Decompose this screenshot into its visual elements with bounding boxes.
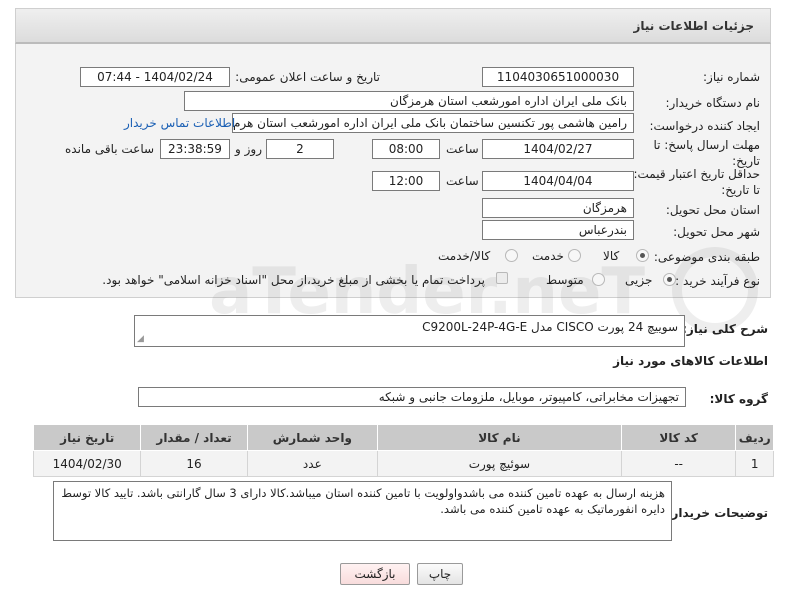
col-index: ردیف [735,424,774,451]
process-option-medium: متوسط [546,273,584,287]
goods-group-label: گروه کالا: [709,392,768,406]
col-code: کد کالا [620,424,737,451]
validity-time-field: 12:00 [372,171,440,191]
process-option-minor: جزیی [625,273,653,287]
need-number-field: 1104030651000030 [482,67,634,87]
process-radio-medium[interactable] [592,273,605,286]
items-section-title: اطلاعات کالاهای مورد نیاز [613,354,768,368]
category-label: طبقه بندی موضوعی: [653,250,760,264]
buyer-label: نام دستگاه خریدار: [665,96,761,110]
category-option-service: خدمت [532,249,564,263]
row-unit: عدد [246,450,378,477]
print-button[interactable]: چاپ [417,563,463,585]
validity-label: حداقل تاریخ اعتبار قیمت: تا تاریخ: [633,167,760,197]
resize-grip-icon[interactable]: ◢ [137,334,144,344]
deadline-time-field: 08:00 [372,139,440,159]
announce-date-field: 1404/02/24 - 07:44 [80,67,230,87]
back-button[interactable]: بازگشت [340,563,410,585]
province-field: هرمزگان [482,198,634,218]
days-remaining-field: 2 [266,139,334,159]
row-name: سوئیچ پورت [376,450,622,477]
category-radio-goods[interactable] [636,249,649,262]
panel-header: جزئیات اطلاعات نیاز [15,8,771,44]
general-desc-field: سوییچ 24 پورت CISCO مدل C9200L-24P-4G-E [134,315,685,347]
deadline-label: مهلت ارسال پاسخ: تا تاریخ: [653,138,760,168]
buyer-notes-field[interactable]: هزینه ارسال به عهده تامین کننده می باشدو… [53,481,672,541]
table-row: 1 -- سوئیچ پورت عدد 16 1404/02/30 [32,450,774,477]
process-radio-minor[interactable] [663,273,676,286]
category-option-goods: کالا [603,249,620,263]
row-index: 1 [735,450,774,477]
city-label: شهر محل تحویل: [673,225,760,239]
days-label: روز و [235,142,262,156]
col-qty: تعداد / مقدار [140,424,248,451]
province-label: استان محل تحویل: [665,203,760,217]
treasury-payment-note: پرداخت تمام یا بخشی از مبلغ خرید،از محل … [103,273,485,287]
goods-group-field: تجهیزات مخابراتی، کامپیوتر، موبایل، ملزو… [138,387,686,407]
validity-time-label: ساعت [446,174,479,188]
remaining-time-label: ساعت باقی مانده [65,142,155,156]
buyer-field: بانک ملی ایران اداره امورشعب استان هرمزگ… [184,91,634,111]
announce-label: تاریخ و ساعت اعلان عمومی: [235,70,380,84]
buyer-contact-link[interactable]: اطلاعات تماس خریدار [124,116,235,130]
deadline-date-field: 1404/02/27 [482,139,634,159]
need-number-label: شماره نیاز: [703,70,760,84]
category-option-both: کالا/خدمت [438,249,491,263]
col-date: تاریخ نیاز [32,424,142,451]
col-name: نام کالا [376,424,622,451]
creator-field: رامین هاشمی پور تکنسین ساختمان بانک ملی … [232,113,634,133]
row-code: -- [620,450,737,477]
treasury-payment-checkbox[interactable] [496,272,508,284]
deadline-time-label: ساعت [446,142,479,156]
col-unit: واحد شمارش [246,424,378,451]
buyer-notes-label: توضیحات خریدار: [666,506,768,520]
process-label: نوع فرآیند خرید : [675,274,760,288]
general-desc-label: شرح کلی نیاز: [682,322,768,336]
creator-label: ایجاد کننده درخواست: [649,119,760,133]
row-qty: 16 [140,450,248,477]
category-radio-both[interactable] [505,249,518,262]
remaining-time-field: 23:38:59 [160,139,230,159]
page-title: جزئیات اطلاعات نیاز [633,19,754,33]
items-table-header: ردیف کد کالا نام کالا واحد شمارش تعداد /… [32,424,774,451]
row-date: 1404/02/30 [32,450,142,477]
city-field: بندرعباس [482,220,634,240]
validity-date-field: 1404/04/04 [482,171,634,191]
category-radio-service[interactable] [568,249,581,262]
items-table: ردیف کد کالا نام کالا واحد شمارش تعداد /… [32,424,774,477]
